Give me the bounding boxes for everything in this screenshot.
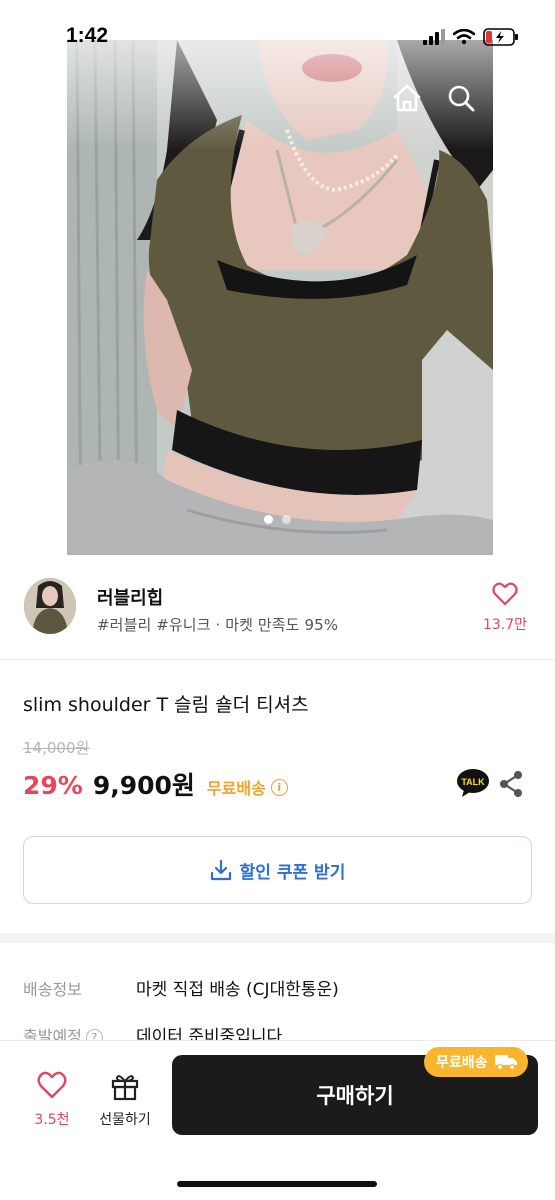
section-divider: [0, 933, 555, 943]
discount-rate: 29%: [23, 771, 83, 800]
share-button[interactable]: [498, 770, 524, 798]
carousel-dot[interactable]: [282, 515, 291, 524]
coupon-label: 할인 쿠폰 받기: [239, 862, 346, 883]
price-row: 29% 9,900원 무료배송 i: [23, 766, 288, 802]
status-bar: 1:42: [0, 0, 555, 60]
talk-icon: TALK: [457, 769, 489, 797]
share-icon: [500, 771, 522, 797]
carousel-indicator: [0, 515, 555, 524]
chevron-left-icon: [34, 83, 50, 113]
shop-like-button[interactable]: 13.7만: [477, 582, 533, 634]
product-title: slim shoulder T 슬림 숄더 티셔츠: [23, 694, 309, 716]
home-button[interactable]: [387, 78, 427, 118]
status-icons: [423, 27, 519, 47]
free-shipping-text: 무료배송: [206, 779, 266, 798]
free-shipping-badge: 무료배송: [424, 1047, 528, 1077]
original-price: 14,000원: [23, 739, 90, 757]
home-icon: [393, 84, 421, 112]
status-time: 1:42: [66, 24, 109, 47]
talk-badge-text: TALK: [461, 777, 485, 787]
cart-button[interactable]: [495, 78, 535, 118]
nav-actions: [387, 78, 535, 118]
search-icon: [448, 85, 475, 112]
coupon-button[interactable]: 할인 쿠폰 받기: [23, 836, 532, 904]
shop-name[interactable]: 러블리힙: [97, 584, 163, 610]
shop-info[interactable]: 러블리힙 #러블리 #유니크 · 마켓 만족도 95% 13.7만: [0, 570, 555, 656]
wifi-icon: [453, 29, 475, 45]
like-button[interactable]: 3.5천: [24, 1071, 80, 1129]
kakao-talk-button[interactable]: TALK: [456, 768, 490, 798]
bottom-action-bar: 3.5천 선물하기 구매하기 무료배송: [0, 1040, 555, 1200]
free-badge-label: 무료배송: [436, 1055, 488, 1071]
free-shipping-label[interactable]: 무료배송 i: [207, 775, 288, 799]
info-icon[interactable]: i: [270, 778, 288, 796]
heart-icon: [37, 1071, 67, 1099]
home-indicator: [177, 1181, 377, 1187]
back-button[interactable]: [24, 78, 60, 118]
delivery-info-value: 마켓 직접 배송 (CJ대한통운): [136, 980, 339, 1000]
product-image-carousel[interactable]: 1:42: [0, 0, 555, 555]
heart-icon: [492, 582, 518, 606]
divider: [0, 659, 555, 660]
sale-price: 9,900원: [92, 771, 195, 800]
signal-icon: [423, 29, 445, 45]
carousel-dot-active[interactable]: [264, 515, 273, 524]
cart-icon: [500, 85, 530, 110]
delivery-info-label: 배송정보: [23, 980, 82, 999]
truck-icon: [494, 1055, 517, 1071]
search-button[interactable]: [441, 78, 481, 118]
battery-icon: [483, 28, 518, 46]
buy-label: 구매하기: [316, 1084, 394, 1108]
shop-tags: #러블리 #유니크 · 마켓 만족도 95%: [97, 616, 339, 634]
shop-like-count: 13.7만: [482, 617, 528, 633]
like-count: 3.5천: [34, 1112, 70, 1128]
shop-avatar[interactable]: [24, 578, 76, 634]
gift-icon: [111, 1075, 139, 1101]
download-icon: [210, 859, 231, 881]
gift-button[interactable]: 선물하기: [92, 1071, 158, 1129]
gift-label: 선물하기: [99, 1112, 151, 1128]
